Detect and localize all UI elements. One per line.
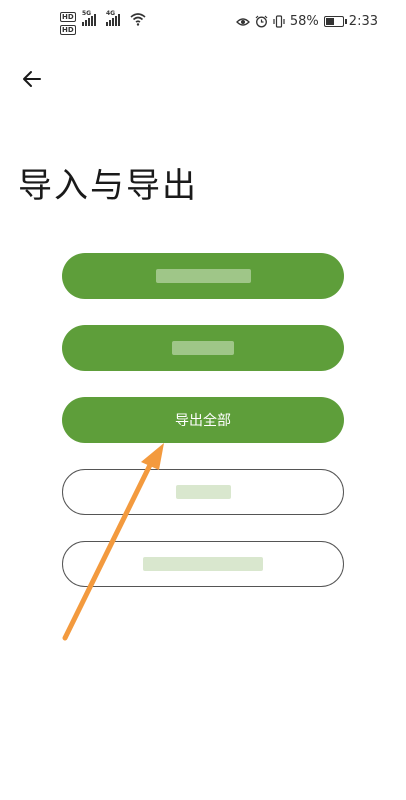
arrow-left-icon bbox=[23, 71, 41, 87]
eye-icon bbox=[235, 17, 250, 26]
export-all-button[interactable]: 导出全部 bbox=[62, 397, 344, 443]
back-button[interactable] bbox=[18, 64, 48, 94]
outline-button-2[interactable] bbox=[62, 541, 344, 587]
status-right-group: 58% 2:33 bbox=[235, 14, 378, 29]
obscured-label bbox=[143, 557, 263, 571]
obscured-label bbox=[172, 341, 234, 355]
obscured-label bbox=[155, 269, 251, 283]
hd-badge-2: HD bbox=[60, 25, 76, 35]
signal-icon-2 bbox=[106, 14, 120, 26]
wifi-icon bbox=[130, 13, 146, 26]
hd-badge: HD bbox=[60, 12, 76, 22]
alarm-icon bbox=[255, 15, 268, 28]
vibrate-icon bbox=[273, 15, 285, 28]
export-all-label: 导出全部 bbox=[175, 413, 231, 429]
status-bar: HD HD 5G 4G 58% 2:33 bbox=[0, 0, 406, 48]
import-button-2[interactable] bbox=[62, 325, 344, 371]
battery-icon bbox=[323, 16, 347, 27]
import-button-1[interactable] bbox=[62, 253, 344, 299]
outline-button-1[interactable] bbox=[62, 469, 344, 515]
page-title: 导入与导出 bbox=[18, 166, 198, 206]
battery-percent: 58% bbox=[289, 14, 319, 29]
obscured-label bbox=[175, 485, 231, 499]
clock-time: 2:33 bbox=[348, 14, 378, 29]
signal-icon bbox=[82, 14, 96, 26]
